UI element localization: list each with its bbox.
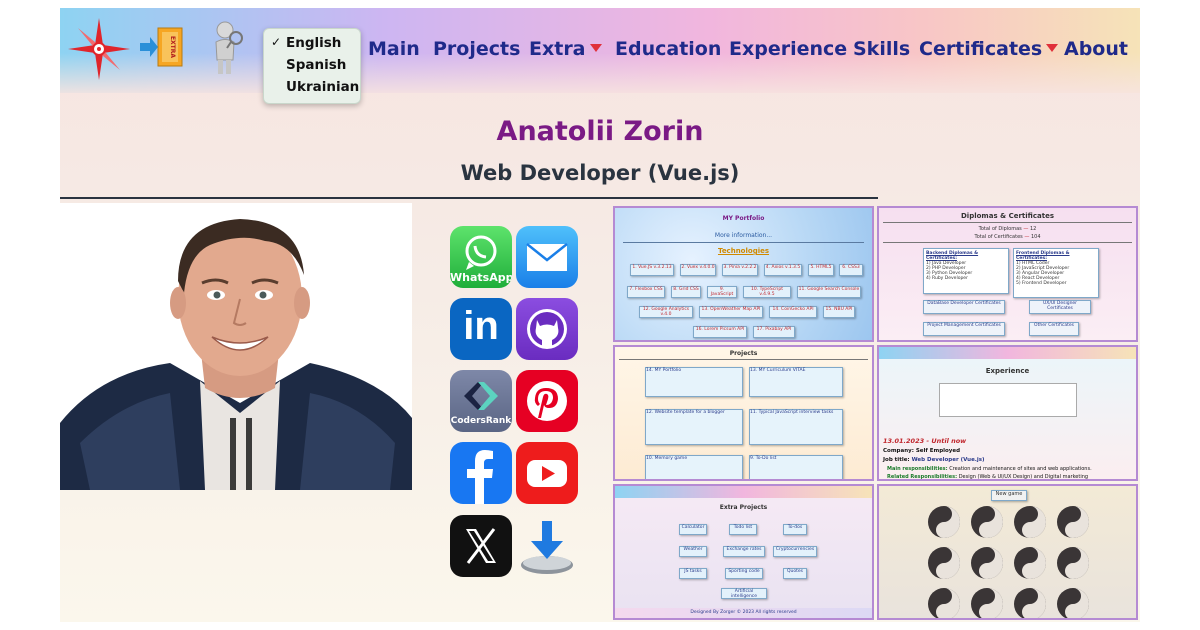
github-icon bbox=[527, 309, 567, 349]
download-icon bbox=[521, 521, 573, 574]
nav-projects[interactable]: Projects bbox=[433, 38, 520, 60]
x-logo-icon bbox=[466, 528, 496, 564]
compass-logo-icon[interactable] bbox=[66, 16, 132, 82]
pinterest-button[interactable] bbox=[516, 370, 578, 432]
download-cv-button[interactable] bbox=[516, 515, 578, 577]
linkedin-icon: in bbox=[463, 304, 499, 348]
thumbnail-memory-game[interactable]: New game bbox=[877, 484, 1138, 620]
codersrank-button[interactable]: CodersRank bbox=[450, 370, 512, 432]
screenshots-gallery: MY Portfolio More information... Technol… bbox=[613, 206, 1140, 622]
nav-certificates[interactable]: Certificates bbox=[919, 38, 1059, 60]
language-option-english[interactable]: ✓ English bbox=[264, 33, 360, 54]
pinterest-icon bbox=[527, 381, 567, 421]
language-option-spanish[interactable]: Spanish bbox=[264, 55, 360, 76]
search-person-icon[interactable] bbox=[212, 20, 246, 76]
language-option-ukrainian[interactable]: Ukrainian bbox=[264, 77, 360, 98]
profile-name: Anatolii Zorin bbox=[496, 116, 704, 147]
youtube-icon bbox=[527, 460, 567, 487]
checkmark-icon: ✓ bbox=[271, 35, 282, 49]
whatsapp-button[interactable]: WhatsApp bbox=[450, 226, 512, 288]
page-frame: EXTRA ✓ English Spanish Ukrainian Main P… bbox=[60, 8, 1140, 622]
chevron-down-icon bbox=[1046, 43, 1059, 52]
heading-divider bbox=[60, 197, 878, 199]
thumbnail-portfolio[interactable]: MY Portfolio More information... Technol… bbox=[613, 206, 874, 342]
thumbnail-experience[interactable]: Experience 13.01.2023 - Until now Compan… bbox=[877, 345, 1138, 481]
nav-education[interactable]: Education bbox=[615, 38, 721, 60]
profile-role: Web Developer (Vue.js) bbox=[460, 161, 740, 185]
thumbnail-extra-projects[interactable]: Extra Projects Calculator Todo list To-d… bbox=[613, 484, 874, 620]
linkedin-button[interactable]: in bbox=[450, 298, 512, 360]
thumbnail-diplomas[interactable]: Diplomas & Certificates Total of Diploma… bbox=[877, 206, 1138, 342]
thumbnail-projects[interactable]: Projects 14. MY Portfolio 13. MY Curricu… bbox=[613, 345, 874, 481]
x-twitter-button[interactable] bbox=[450, 515, 512, 577]
profile-photo bbox=[60, 203, 412, 490]
nav-main[interactable]: Main bbox=[368, 38, 420, 60]
nav-experience[interactable]: Experience bbox=[729, 38, 847, 60]
language-dropdown[interactable]: ✓ English Spanish Ukrainian bbox=[263, 28, 361, 104]
nav-skills[interactable]: Skills bbox=[853, 38, 910, 60]
extra-badge-text: EXTRA bbox=[169, 36, 176, 58]
nav-extra[interactable]: Extra bbox=[529, 38, 602, 60]
email-button[interactable] bbox=[516, 226, 578, 288]
extra-door-icon[interactable]: EXTRA bbox=[140, 26, 186, 68]
facebook-icon bbox=[467, 450, 493, 504]
nav-about[interactable]: About bbox=[1064, 38, 1128, 60]
github-button[interactable] bbox=[516, 298, 578, 360]
mail-icon bbox=[526, 243, 568, 271]
facebook-button[interactable] bbox=[450, 442, 512, 504]
chevron-down-icon bbox=[589, 43, 602, 52]
yin-yang-tiles bbox=[928, 506, 1089, 618]
youtube-button[interactable] bbox=[516, 442, 578, 504]
